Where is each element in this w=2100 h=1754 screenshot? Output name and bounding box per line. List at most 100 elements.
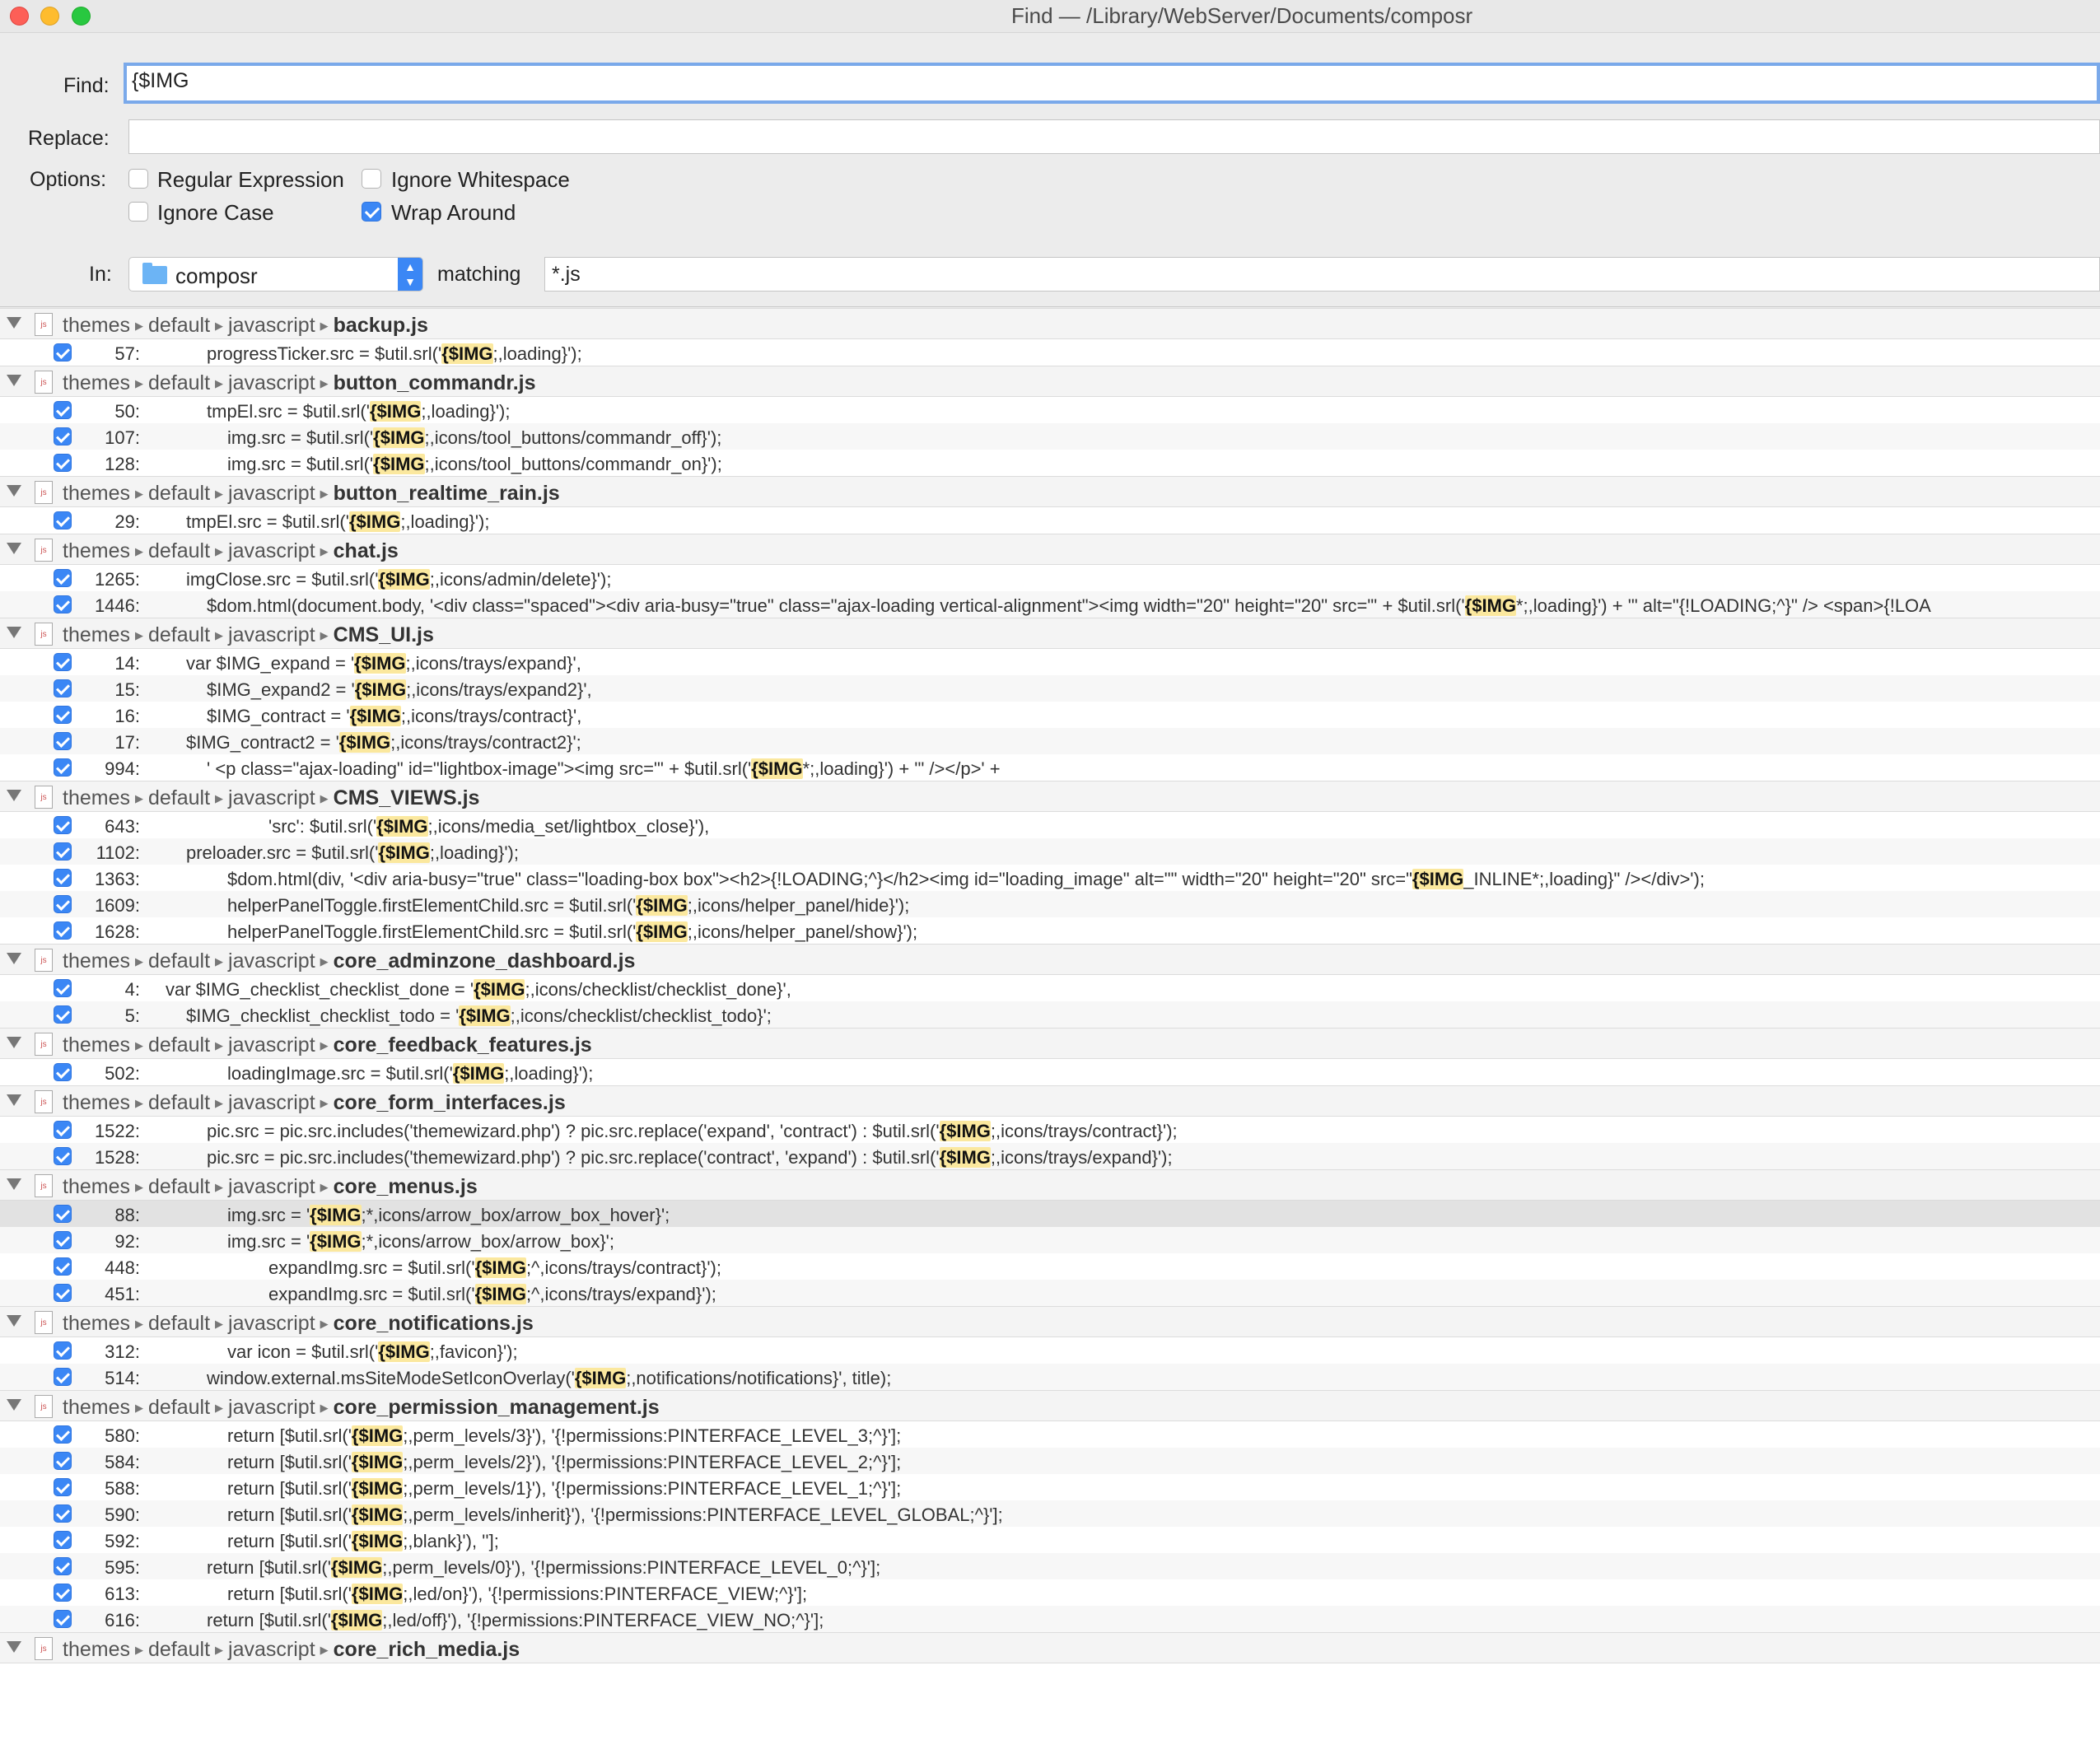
match-row[interactable]: 15: $IMG_expand2 = '{$IMG;,icons/trays/ex… — [0, 675, 2100, 702]
match-row[interactable]: 643: 'src': $util.srl('{$IMG;,icons/media… — [0, 812, 2100, 838]
match-include-checkbox[interactable] — [54, 979, 72, 997]
match-row[interactable]: 1265: imgClose.src = $util.srl('{$IMG;,ic… — [0, 565, 2100, 591]
match-include-checkbox[interactable] — [54, 758, 72, 777]
disclosure-triangle-icon[interactable] — [7, 1094, 21, 1106]
match-include-checkbox[interactable] — [54, 1284, 72, 1302]
match-row[interactable]: 4: var $IMG_checklist_checklist_done = '{… — [0, 975, 2100, 1001]
match-row[interactable]: 595: return [$util.srl('{$IMG;,perm_level… — [0, 1553, 2100, 1579]
match-include-checkbox[interactable] — [54, 1504, 72, 1523]
match-include-checkbox[interactable] — [54, 1425, 72, 1444]
match-include-checkbox[interactable] — [54, 732, 72, 750]
find-input[interactable]: {$IMG — [124, 63, 2100, 104]
match-row[interactable]: 448: expandImg.src = $util.srl('{$IMG;^,i… — [0, 1253, 2100, 1280]
match-row[interactable]: 613: return [$util.srl('{$IMG;,led/on}'),… — [0, 1579, 2100, 1606]
match-include-checkbox[interactable] — [54, 1063, 72, 1081]
match-row[interactable]: 14: var $IMG_expand = '{$IMG;,icons/trays… — [0, 649, 2100, 675]
match-row[interactable]: 128: img.src = $util.srl('{$IMG;,icons/to… — [0, 450, 2100, 476]
match-row[interactable]: 994: ' <p class="ajax-loading" id="lightb… — [0, 754, 2100, 781]
match-include-checkbox[interactable] — [54, 1557, 72, 1575]
minimize-window-button[interactable] — [40, 7, 59, 26]
match-include-checkbox[interactable] — [54, 1478, 72, 1496]
match-row[interactable]: 584: return [$util.srl('{$IMG;,perm_level… — [0, 1448, 2100, 1474]
replace-input[interactable] — [128, 119, 2100, 154]
file-group-header[interactable]: js themes ▶ default ▶ javascript ▶ core_adminzo… — [0, 944, 2100, 975]
match-include-checkbox[interactable] — [54, 1005, 72, 1024]
match-row[interactable]: 5: $IMG_checklist_checklist_todo = '{$IMG… — [0, 1001, 2100, 1028]
disclosure-triangle-icon[interactable] — [7, 1399, 21, 1411]
match-include-checkbox[interactable] — [54, 427, 72, 445]
match-include-checkbox[interactable] — [54, 895, 72, 913]
match-include-checkbox[interactable] — [54, 1147, 72, 1165]
file-group-header[interactable]: js themes ▶ default ▶ javascript ▶ core_feedbac… — [0, 1028, 2100, 1059]
ignore-case-checkbox[interactable] — [128, 202, 148, 222]
match-include-checkbox[interactable] — [54, 1341, 72, 1360]
file-group-header[interactable]: js themes ▶ default ▶ javascript ▶ core_notific… — [0, 1306, 2100, 1337]
match-include-checkbox[interactable] — [54, 595, 72, 613]
close-window-button[interactable] — [10, 7, 29, 26]
disclosure-triangle-icon[interactable] — [7, 543, 21, 554]
match-row[interactable]: 57: progressTicker.src = $util.srl('{$IMG… — [0, 339, 2100, 366]
disclosure-triangle-icon[interactable] — [7, 1178, 21, 1190]
match-row[interactable]: 590: return [$util.srl('{$IMG;,perm_level… — [0, 1500, 2100, 1527]
disclosure-triangle-icon[interactable] — [7, 790, 21, 801]
match-row[interactable]: 592: return [$util.srl('{$IMG;,blank}'), … — [0, 1527, 2100, 1553]
regular-expression-checkbox[interactable] — [128, 169, 148, 189]
file-group-header[interactable]: js themes ▶ default ▶ javascript ▶ core_rich_me… — [0, 1632, 2100, 1663]
match-include-checkbox[interactable] — [54, 653, 72, 671]
match-row[interactable]: 1522: pic.src = pic.src.includes('themewi… — [0, 1117, 2100, 1143]
match-row[interactable]: 616: return [$util.srl('{$IMG;,led/off}')… — [0, 1606, 2100, 1632]
file-pattern-input[interactable]: *.js — [544, 257, 2100, 292]
match-include-checkbox[interactable] — [54, 401, 72, 419]
match-include-checkbox[interactable] — [54, 343, 72, 362]
match-row[interactable]: 1628: helperPanelToggle.firstElementChild… — [0, 917, 2100, 944]
match-row[interactable]: 92: img.src = '{$IMG;*,icons/arrow_box/ar… — [0, 1227, 2100, 1253]
results-list[interactable]: js themes ▶ default ▶ javascript ▶ backup.js 57:… — [0, 308, 2100, 1754]
match-include-checkbox[interactable] — [54, 706, 72, 724]
match-row[interactable]: 16: $IMG_contract = '{$IMG;,icons/trays/c… — [0, 702, 2100, 728]
match-row[interactable]: 29: tmpEl.src = $util.srl('{$IMG;,loading… — [0, 507, 2100, 534]
file-group-header[interactable]: js themes ▶ default ▶ javascript ▶ chat.js — [0, 534, 2100, 565]
match-row[interactable]: 514: window.external.msSiteModeSetIconOve… — [0, 1364, 2100, 1390]
match-row[interactable]: 88: img.src = '{$IMG;*,icons/arrow_box/ar… — [0, 1201, 2100, 1227]
zoom-window-button[interactable] — [72, 7, 91, 26]
match-include-checkbox[interactable] — [54, 511, 72, 529]
match-row[interactable]: 17: $IMG_contract2 = '{$IMG;,icons/trays/… — [0, 728, 2100, 754]
match-include-checkbox[interactable] — [54, 1584, 72, 1602]
disclosure-triangle-icon[interactable] — [7, 1641, 21, 1653]
match-row[interactable]: 580: return [$util.srl('{$IMG;,perm_level… — [0, 1421, 2100, 1448]
match-include-checkbox[interactable] — [54, 1257, 72, 1276]
match-include-checkbox[interactable] — [54, 569, 72, 587]
match-include-checkbox[interactable] — [54, 869, 72, 887]
wrap-around-checkbox[interactable] — [362, 202, 381, 222]
match-row[interactable]: 1102: preloader.src = $util.srl('{$IMG;,l… — [0, 838, 2100, 865]
match-include-checkbox[interactable] — [54, 816, 72, 834]
disclosure-triangle-icon[interactable] — [7, 1037, 21, 1048]
match-include-checkbox[interactable] — [54, 921, 72, 940]
match-include-checkbox[interactable] — [54, 1368, 72, 1386]
match-row[interactable]: 107: img.src = $util.srl('{$IMG;,icons/to… — [0, 423, 2100, 450]
disclosure-triangle-icon[interactable] — [7, 375, 21, 386]
match-include-checkbox[interactable] — [54, 1452, 72, 1470]
search-scope-popup[interactable]: composr ▲ ▼ — [128, 257, 423, 292]
match-include-checkbox[interactable] — [54, 842, 72, 861]
match-row[interactable]: 1363: $dom.html(div, '<div aria-busy="tru… — [0, 865, 2100, 891]
match-row[interactable]: 1609: helperPanelToggle.firstElementChild… — [0, 891, 2100, 917]
file-group-header[interactable]: js themes ▶ default ▶ javascript ▶ button_realt… — [0, 476, 2100, 507]
file-group-header[interactable]: js themes ▶ default ▶ javascript ▶ core_permiss… — [0, 1390, 2100, 1421]
disclosure-triangle-icon[interactable] — [7, 485, 21, 497]
file-group-header[interactable]: js themes ▶ default ▶ javascript ▶ button_comma… — [0, 366, 2100, 397]
file-group-header[interactable]: js themes ▶ default ▶ javascript ▶ CMS_VIEWS.js — [0, 781, 2100, 812]
match-include-checkbox[interactable] — [54, 1121, 72, 1139]
match-include-checkbox[interactable] — [54, 1231, 72, 1249]
file-group-header[interactable]: js themes ▶ default ▶ javascript ▶ core_form_in… — [0, 1085, 2100, 1117]
match-include-checkbox[interactable] — [54, 1205, 72, 1223]
file-group-header[interactable]: js themes ▶ default ▶ javascript ▶ CMS_UI.js — [0, 618, 2100, 649]
disclosure-triangle-icon[interactable] — [7, 627, 21, 638]
file-group-header[interactable]: js themes ▶ default ▶ javascript ▶ backup.js — [0, 308, 2100, 339]
match-include-checkbox[interactable] — [54, 454, 72, 472]
match-row[interactable]: 312: var icon = $util.srl('{$IMG;,favicon… — [0, 1337, 2100, 1364]
disclosure-triangle-icon[interactable] — [7, 953, 21, 964]
match-row[interactable]: 1528: pic.src = pic.src.includes('themewi… — [0, 1143, 2100, 1169]
match-row[interactable]: 451: expandImg.src = $util.srl('{$IMG;^,i… — [0, 1280, 2100, 1306]
ignore-whitespace-checkbox[interactable] — [362, 169, 381, 189]
